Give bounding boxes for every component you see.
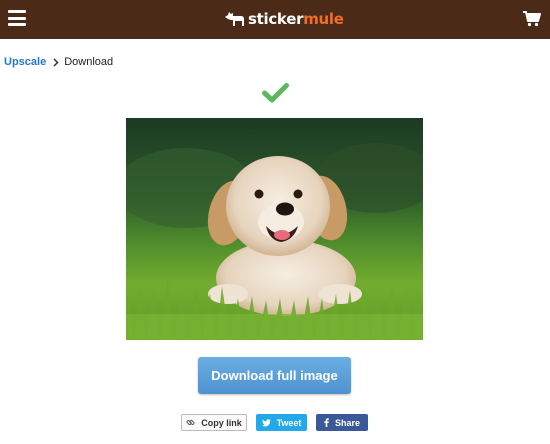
copy-link-button[interactable]: Copy link: [181, 414, 247, 431]
facebook-share-button[interactable]: Share: [316, 414, 368, 431]
top-navigation-bar: stickermule: [0, 0, 550, 39]
logo-text-sticker: sticker: [248, 10, 304, 28]
checkmark-icon: [262, 83, 289, 108]
mule-logo-icon: [225, 12, 244, 26]
hamburger-menu-icon[interactable]: [8, 10, 26, 26]
facebook-icon: [324, 418, 329, 427]
breadcrumb-link-upscale[interactable]: Upscale: [4, 56, 46, 68]
shopping-cart-icon[interactable]: [523, 11, 541, 32]
breadcrumb-current-page: Download: [64, 56, 114, 68]
copy-link-label: Copy link: [201, 417, 242, 428]
facebook-share-label: Share: [334, 417, 360, 428]
share-buttons: Copy link Tweet Share: [0, 414, 550, 432]
breadcrumb: Upscale Download: [4, 56, 113, 68]
stickermule-logo[interactable]: stickermule: [225, 9, 344, 29]
chevron-right-icon: [53, 57, 59, 67]
tweet-label: Tweet: [276, 417, 302, 428]
link-icon: [186, 419, 195, 426]
upscaled-puppy-image: [126, 118, 423, 340]
logo-text-mule: mule: [303, 10, 344, 28]
tweet-button[interactable]: Tweet: [256, 414, 307, 431]
twitter-icon: [261, 418, 271, 426]
download-full-image-button[interactable]: Download full image: [198, 357, 351, 394]
